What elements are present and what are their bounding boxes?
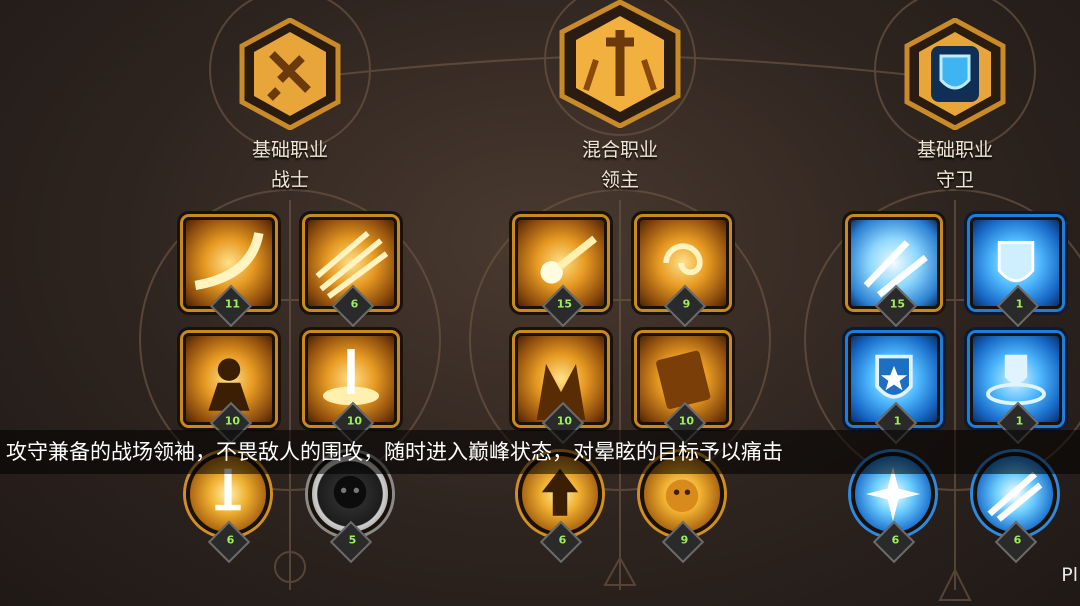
class-description-subtitle: 攻守兼备的战场领袖，不畏敌人的围攻，随时进入巅峰状态，对晕眩的目标予以痛击: [0, 430, 1080, 474]
class-emblem-warrior[interactable]: [236, 18, 344, 130]
class-name-label: 战士: [270, 169, 309, 191]
corner-label: Pl: [1061, 564, 1078, 586]
class-type-label: 基础职业: [916, 139, 993, 161]
class-name-label: 守卫: [935, 169, 974, 191]
class-type-label: 混合职业: [581, 139, 658, 161]
class-emblem-guardian[interactable]: [901, 18, 1009, 130]
class-type-label: 基础职业: [251, 139, 328, 161]
sword-icon: [239, 18, 341, 130]
shield-icon: [904, 18, 1006, 130]
winged-sword-icon: [559, 0, 681, 128]
class-emblem-lord[interactable]: [556, 0, 684, 128]
class-name-label: 领主: [600, 169, 639, 191]
